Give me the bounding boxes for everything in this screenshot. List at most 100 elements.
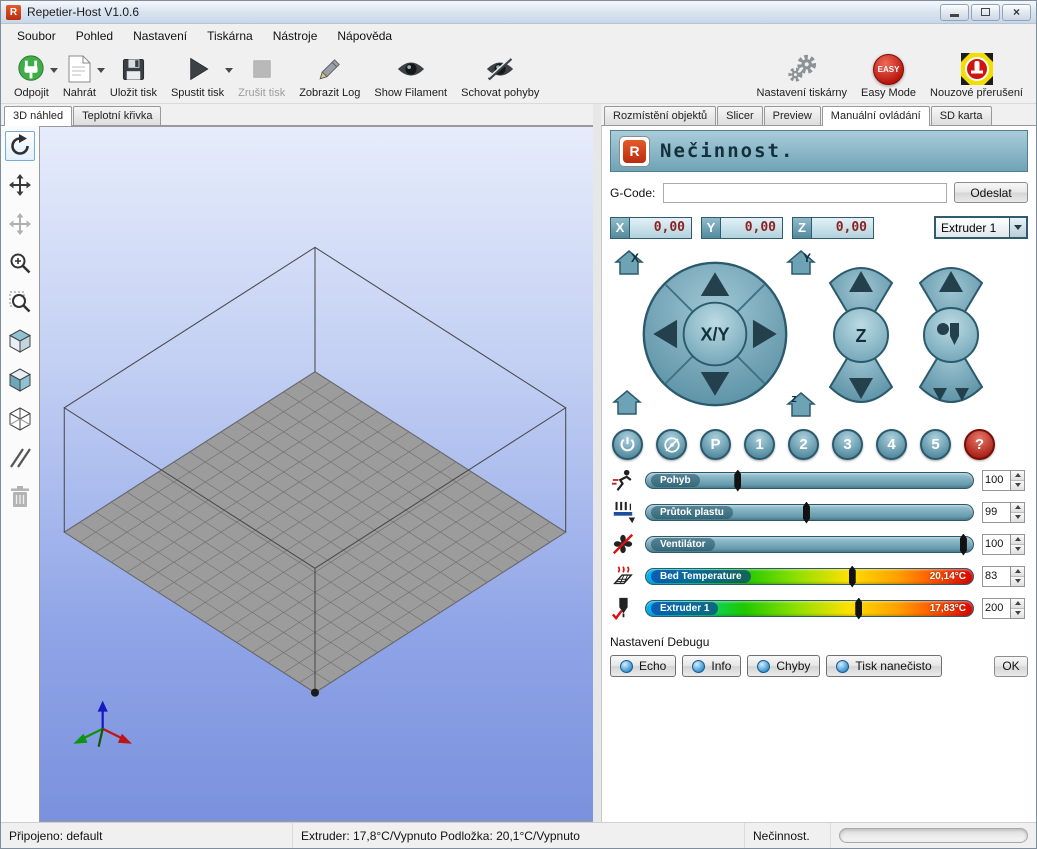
toolbar: Odpojit Nahrát Uložit tisk Spustit tisk	[1, 48, 1036, 104]
help-button[interactable]: ?	[964, 429, 995, 460]
preset-1-button[interactable]: 1	[744, 429, 775, 460]
fan-value-input	[982, 534, 1028, 555]
move-object-button[interactable]	[5, 170, 35, 200]
tab-teplotni-krivka[interactable]: Teplotní křivka	[73, 106, 161, 125]
printer-status-text: Nečinnost.	[660, 140, 794, 162]
home-y-button[interactable]: Y	[786, 249, 816, 276]
extruder-select[interactable]: Extruder 1	[934, 216, 1028, 239]
debug-info-button[interactable]: Info	[682, 655, 741, 677]
zoom-in-button[interactable]	[5, 248, 35, 278]
menu-nastaveni[interactable]: Nastavení	[123, 25, 197, 47]
move-viewpoint-button[interactable]	[5, 209, 35, 239]
menu-nastroje[interactable]: Nástroje	[263, 25, 328, 47]
load-button[interactable]: Nahrát	[56, 50, 103, 99]
flow-slider[interactable]: Průtok plastu	[645, 504, 974, 521]
menu-tiskarna[interactable]: Tiskárna	[197, 25, 263, 47]
home-z-button[interactable]: z	[786, 391, 816, 418]
hide-travel-button[interactable]: Schovat pohyby	[454, 50, 546, 99]
maximize-button[interactable]	[971, 4, 1000, 21]
preset-2-button[interactable]: 2	[788, 429, 819, 460]
tab-slicer[interactable]: Slicer	[717, 106, 763, 125]
rotate-view-button[interactable]	[5, 131, 35, 161]
play-icon	[182, 53, 214, 85]
z-position-value: 0,00	[812, 217, 874, 239]
tab-manualni-ovladani[interactable]: Manuální ovládání	[822, 106, 930, 126]
gcode-label: G-Code:	[610, 186, 656, 200]
3d-viewport[interactable]	[39, 126, 593, 822]
send-button[interactable]: Odeslat	[954, 182, 1028, 203]
view-isometric-button[interactable]	[5, 326, 35, 356]
fan-toggle-button[interactable]	[656, 429, 687, 460]
preset-3-button[interactable]: 3	[832, 429, 863, 460]
printer-settings-button[interactable]: Nastavení tiskárny	[750, 50, 854, 99]
titlebar[interactable]: R Repetier-Host V1.0.6 ×	[1, 1, 1036, 24]
ok-button[interactable]: OK	[994, 656, 1028, 677]
right-tabs: Rozmístění objektů Slicer Preview Manuál…	[601, 104, 1036, 125]
emergency-stop-icon	[961, 53, 993, 85]
spinner[interactable]	[1011, 566, 1025, 587]
disconnect-button[interactable]: Odpojit	[7, 50, 56, 99]
fan-slider[interactable]: Ventilátor	[645, 536, 974, 553]
quick-buttons-row: P 1 2 3 4 5 ?	[610, 429, 1028, 460]
flow-slider-row: Průtok plastu	[610, 499, 1028, 524]
chevron-down-icon[interactable]	[1009, 218, 1026, 237]
close-button[interactable]: ×	[1002, 4, 1031, 21]
eye-slash-icon	[484, 53, 516, 85]
park-button[interactable]: P	[700, 429, 731, 460]
debug-echo-button[interactable]: Echo	[610, 655, 676, 677]
gcode-input[interactable]	[663, 183, 947, 203]
slider-thumb[interactable]	[849, 566, 856, 588]
z-jog-control[interactable]: Z	[822, 251, 900, 419]
menu-napoveda[interactable]: Nápověda	[327, 25, 402, 47]
tab-rozmisteni-objektu[interactable]: Rozmístění objektů	[604, 106, 716, 125]
slider-thumb[interactable]	[855, 598, 862, 620]
menu-pohled[interactable]: Pohled	[66, 25, 123, 47]
parallel-projection-button[interactable]	[5, 443, 35, 473]
tab-sd-karta[interactable]: SD karta	[931, 106, 992, 125]
view-tool-strip	[1, 126, 39, 822]
slider-thumb[interactable]	[734, 470, 741, 492]
menu-soubor[interactable]: Soubor	[7, 25, 66, 47]
home-all-button[interactable]	[612, 389, 642, 416]
bed-icon	[610, 563, 636, 589]
spinner[interactable]	[1011, 470, 1025, 491]
speed-value-input	[982, 470, 1028, 491]
main-area: 3D náhled Teplotní křivka	[1, 104, 1036, 822]
show-filament-button[interactable]: Show Filament	[367, 50, 454, 99]
spinner[interactable]	[1011, 598, 1025, 619]
emergency-stop-button[interactable]: Nouzové přerušení	[923, 50, 1030, 99]
preset-5-button[interactable]: 5	[920, 429, 951, 460]
svg-text:X: X	[631, 251, 639, 265]
slider-thumb[interactable]	[960, 534, 967, 556]
power-button[interactable]	[612, 429, 643, 460]
start-print-button[interactable]: Spustit tisk	[164, 50, 231, 99]
tab-preview[interactable]: Preview	[764, 106, 821, 125]
extruder-temp-slider[interactable]: Extruder 1 17,83°C	[645, 600, 974, 617]
speed-slider[interactable]: Pohyb	[645, 472, 974, 489]
extruder-jog-control[interactable]	[912, 251, 990, 419]
tab-3d-nahled[interactable]: 3D náhled	[4, 106, 72, 126]
origin-marker	[311, 689, 319, 697]
view-front-button[interactable]	[5, 365, 35, 395]
show-log-button[interactable]: Zobrazit Log	[292, 50, 367, 99]
spinner[interactable]	[1011, 502, 1025, 523]
preset-4-button[interactable]: 4	[876, 429, 907, 460]
panel-splitter[interactable]	[593, 104, 601, 822]
view-wireframe-button[interactable]	[5, 404, 35, 434]
slider-thumb[interactable]	[803, 502, 810, 524]
right-panel: Rozmístění objektů Slicer Preview Manuál…	[601, 104, 1036, 822]
bed-temp-slider[interactable]: Bed Temperature 20,14°C	[645, 568, 974, 585]
minimize-button[interactable]	[940, 4, 969, 21]
extruder-temp-icon	[610, 595, 636, 621]
print-progress-bar	[839, 828, 1028, 843]
xy-jog-pad[interactable]: X/Y	[640, 259, 790, 409]
extruder-current-temp: 17,83°C	[930, 603, 966, 614]
save-print-button[interactable]: Uložit tisk	[103, 50, 164, 99]
debug-errors-button[interactable]: Chyby	[747, 655, 820, 677]
svg-text:Z: Z	[856, 326, 867, 346]
zoom-fit-button[interactable]	[5, 287, 35, 317]
extruder-temp-slider-row: Extruder 1 17,83°C	[610, 595, 1028, 620]
spinner[interactable]	[1011, 534, 1025, 555]
debug-dry-run-button[interactable]: Tisk nanečisto	[826, 655, 941, 677]
easy-mode-button[interactable]: EASY Easy Mode	[854, 50, 923, 99]
